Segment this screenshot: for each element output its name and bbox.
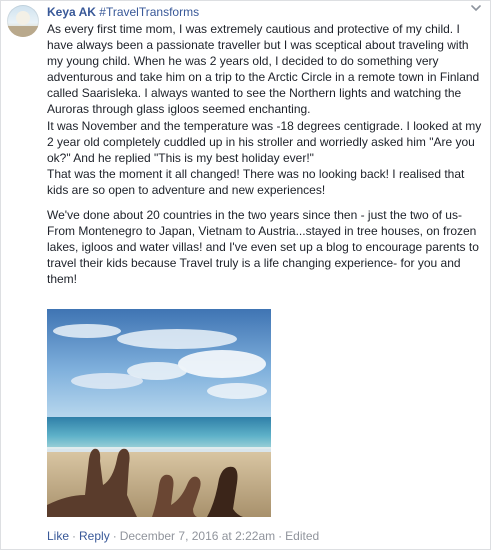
like-button[interactable]: Like — [47, 529, 69, 543]
reply-button[interactable]: Reply — [79, 529, 110, 543]
hashtag-link[interactable]: #TravelTransforms — [99, 5, 199, 19]
timestamp[interactable]: December 7, 2016 at 2:22am — [120, 529, 275, 543]
edited-label[interactable]: Edited — [285, 529, 319, 543]
beach-feet-photo[interactable] — [47, 309, 271, 517]
comment-paragraph-2: We've done about 20 countries in the two… — [47, 208, 479, 287]
chevron-down-glyph — [471, 5, 481, 12]
comment-header: Keya AK #TravelTransforms — [47, 5, 199, 20]
comment-actions: Like · Reply · December 7, 2016 at 2:22am · Ed… — [47, 529, 319, 544]
author-name[interactable]: Keya AK — [47, 5, 96, 19]
comment-paragraph-1: As every first time mom, I was extremely… — [47, 21, 483, 198]
comment-body: As every first time mom, I was extremely… — [47, 21, 483, 288]
comment-line-1: As every first time mom, I was extremely… — [47, 22, 480, 117]
avatar-ground-shape — [7, 26, 39, 37]
chevron-down-icon[interactable] — [470, 4, 482, 16]
comment-card: Keya AK #TravelTransforms As every first… — [0, 0, 491, 550]
separator: · — [72, 529, 77, 543]
avatar-sun-shape — [16, 11, 30, 25]
comment-line-3: That was the moment it all changed! Ther… — [47, 166, 465, 197]
separator: · — [112, 529, 117, 543]
avatar[interactable] — [7, 5, 39, 37]
separator: · — [278, 529, 283, 543]
comment-line-2: It was November and the temperature was … — [47, 118, 482, 165]
beach-photo-art — [47, 309, 271, 517]
